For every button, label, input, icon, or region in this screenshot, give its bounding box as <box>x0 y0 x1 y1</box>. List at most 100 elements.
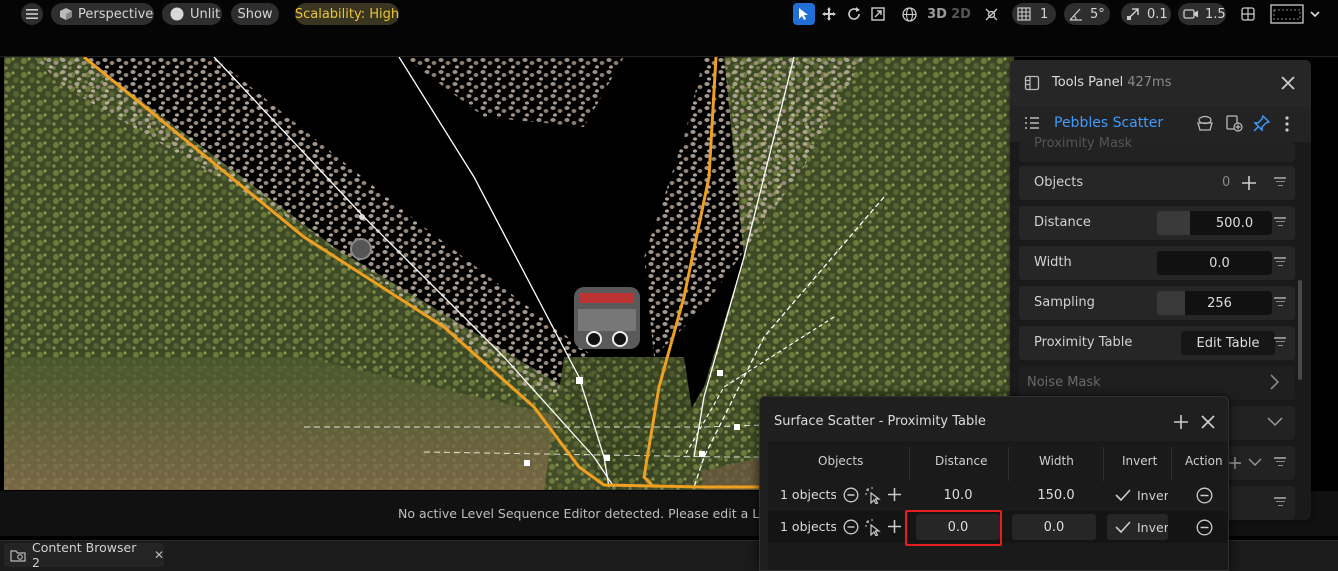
viewport-options-dropdown[interactable] <box>1270 3 1320 25</box>
add-row-icon[interactable] <box>1173 414 1189 430</box>
grid-value: 1 <box>1040 6 1049 22</box>
chevron-down-icon[interactable] <box>1248 458 1262 467</box>
pick-object-icon[interactable] <box>865 487 882 504</box>
delete-row-icon[interactable] <box>1196 487 1213 504</box>
width-row: Width 0.0 <box>1019 246 1295 280</box>
chevron-right-icon <box>1269 374 1279 390</box>
proximity-mask-row[interactable]: Proximity Mask <box>1019 136 1295 162</box>
row-distance-field[interactable]: 0.0 <box>916 514 1000 540</box>
world-local-toggle[interactable] <box>898 3 920 25</box>
scalability-button[interactable]: Scalability: High <box>295 3 399 25</box>
2d-view-button[interactable]: 2D <box>950 3 972 25</box>
camera-speed-button[interactable]: 1.5 <box>1178 3 1226 25</box>
viewport-frame-icon <box>1270 4 1304 24</box>
distance-row: Distance 500.0 <box>1019 206 1295 240</box>
proximity-table-dialog: Surface Scatter - Proximity Table Object… <box>759 396 1229 571</box>
proximity-mask-label: Proximity Mask <box>1034 136 1133 151</box>
close-tab-icon[interactable]: ✕ <box>154 548 164 562</box>
more-options-icon[interactable] <box>1284 115 1290 133</box>
camera-icon <box>1183 8 1199 20</box>
row-distance-value: 10.0 <box>943 487 973 503</box>
close-icon[interactable] <box>1200 414 1216 430</box>
sampling-label: Sampling <box>1034 295 1095 310</box>
surface-snap-button[interactable] <box>980 3 1002 25</box>
tools-panel-scrollbar[interactable] <box>1298 280 1302 380</box>
perspective-button[interactable]: Perspective <box>51 3 154 25</box>
grid-snap-button[interactable]: 1 <box>1012 3 1056 25</box>
row-width-field[interactable]: 0.0 <box>1012 514 1096 540</box>
table-row: 1 objects 10.0 150.0 Invert <box>768 479 1228 511</box>
col-header-invert: Invert <box>1122 454 1158 468</box>
viewport-menu-button[interactable] <box>21 3 43 25</box>
add-icon[interactable] <box>1228 456 1242 470</box>
noise-mask-row[interactable]: Noise Mask <box>1019 366 1295 400</box>
row-options-icon[interactable] <box>1273 455 1287 469</box>
show-button[interactable]: Show <box>231 3 279 25</box>
row-options-icon[interactable] <box>1273 495 1287 509</box>
pick-object-icon[interactable] <box>865 519 882 536</box>
add-object-icon[interactable] <box>887 487 902 502</box>
row-distance-field[interactable]: 10.0 <box>913 482 1003 508</box>
row-objects: 1 objects <box>780 519 836 534</box>
rotate-icon <box>847 7 861 21</box>
scale-value: 0.1 <box>1147 6 1168 22</box>
sampling-value: 256 <box>1207 295 1232 311</box>
row-width-value: 0.0 <box>1043 519 1065 535</box>
row-options-icon[interactable] <box>1273 255 1287 269</box>
edit-table-button[interactable]: Edit Table <box>1181 331 1275 355</box>
add-icon[interactable] <box>1241 175 1257 191</box>
checkmark-icon <box>1115 489 1131 501</box>
row-options-icon[interactable] <box>1273 295 1287 309</box>
angle-snap-button[interactable]: 5° <box>1064 3 1110 25</box>
row-invert-toggle[interactable]: Invert <box>1107 514 1168 540</box>
scale-mode-button[interactable] <box>867 3 889 25</box>
proximity-table-row: Proximity Table Edit Table <box>1019 326 1295 360</box>
row-width-value: 150.0 <box>1037 487 1075 503</box>
row-invert-toggle[interactable]: Invert <box>1107 482 1168 508</box>
content-browser-icon <box>10 549 26 562</box>
camera-speed-value: 1.5 <box>1205 6 1226 22</box>
sampling-field[interactable]: 256 <box>1157 291 1272 315</box>
col-header-objects: Objects <box>818 454 864 468</box>
row-width-field[interactable]: 150.0 <box>1011 482 1101 508</box>
pin-icon[interactable] <box>1253 114 1271 132</box>
globe-icon <box>901 6 917 22</box>
scale-icon <box>871 7 885 21</box>
remove-object-icon[interactable] <box>843 487 859 503</box>
pebbles-preset-icon[interactable] <box>1196 114 1214 132</box>
add-object-icon[interactable] <box>887 519 902 534</box>
scale-snap-icon <box>1126 7 1140 21</box>
col-header-width: Width <box>1039 454 1074 468</box>
3d-view-button[interactable]: 3D <box>926 3 948 25</box>
tools-panel-header: Tools Panel 427ms <box>1010 60 1311 106</box>
tool-name: Pebbles Scatter <box>1054 115 1164 131</box>
chevron-down-icon <box>1310 10 1320 18</box>
tools-panel-title-text: Tools Panel <box>1052 75 1124 90</box>
layout-button[interactable] <box>1237 3 1259 25</box>
close-icon[interactable] <box>1280 75 1296 91</box>
row-options-icon[interactable] <box>1273 175 1287 189</box>
row-options-icon[interactable] <box>1273 335 1287 349</box>
grid-icon <box>1017 7 1031 21</box>
distance-field[interactable]: 500.0 <box>1157 211 1272 235</box>
select-mode-button[interactable] <box>793 3 815 25</box>
perspective-label: Perspective <box>78 6 154 22</box>
delete-row-icon[interactable] <box>1196 519 1213 536</box>
view-mode-button[interactable]: Unlit <box>162 3 222 25</box>
proximity-table-label: Proximity Table <box>1034 335 1133 350</box>
scalability-label: Scalability: High <box>294 6 400 22</box>
tools-panel-icon <box>1024 75 1040 91</box>
add-asset-icon[interactable] <box>1225 114 1243 132</box>
content-browser-tab[interactable]: Content Browser 2 ✕ <box>4 540 164 570</box>
width-value: 0.0 <box>1209 255 1230 271</box>
proximity-table: Objects Distance Width Invert Action 1 o… <box>768 441 1228 570</box>
cursor-arrow-icon <box>798 7 810 21</box>
scale-snap-button[interactable]: 0.1 <box>1121 3 1171 25</box>
row-options-icon[interactable] <box>1273 215 1287 229</box>
sampling-row: Sampling 256 <box>1019 286 1295 320</box>
translate-mode-button[interactable] <box>818 3 840 25</box>
remove-object-icon[interactable] <box>843 519 859 535</box>
noise-mask-label: Noise Mask <box>1027 375 1101 390</box>
rotate-mode-button[interactable] <box>843 3 865 25</box>
width-field[interactable]: 0.0 <box>1157 251 1272 275</box>
